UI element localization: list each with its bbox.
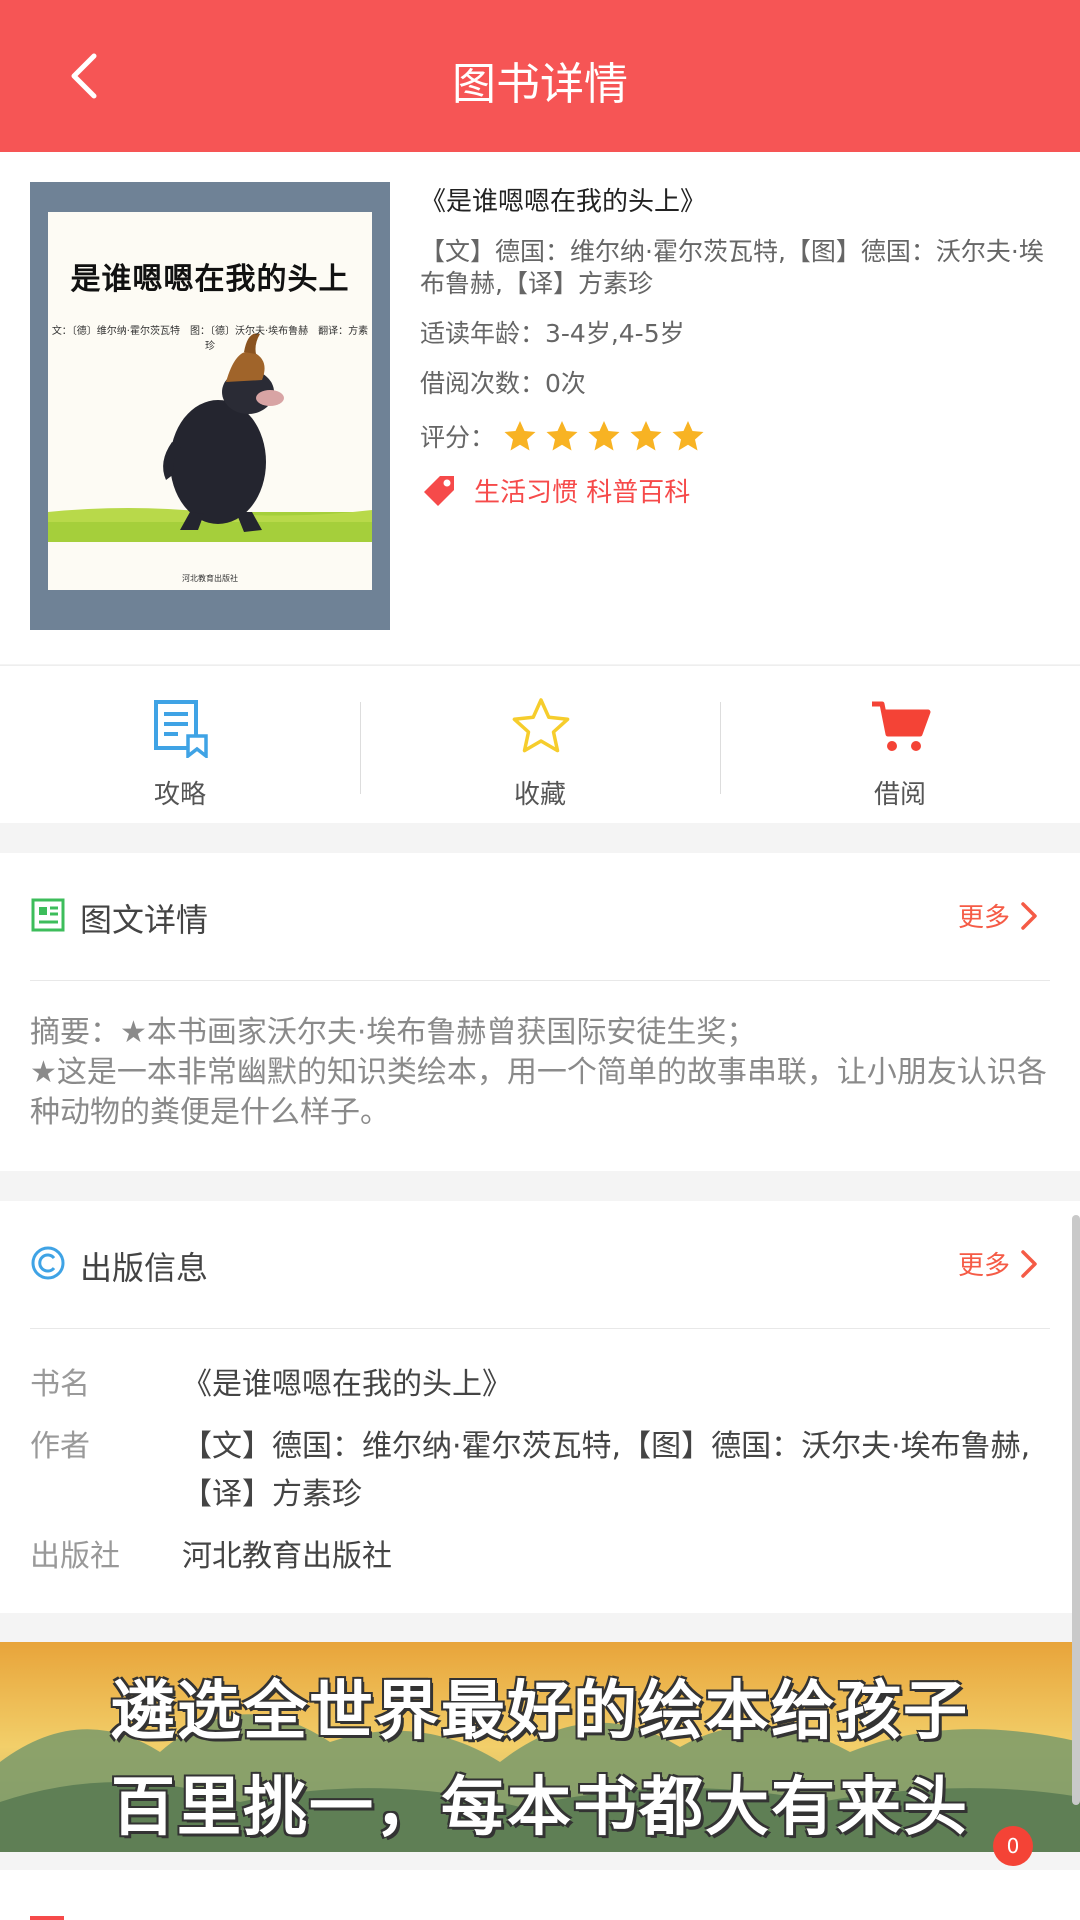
rating-label: 评分： <box>420 423 496 452</box>
scrollbar[interactable] <box>1072 1215 1080 1805</box>
publish-key: 作者 <box>30 1429 90 1464</box>
guide-button[interactable]: 攻略 <box>0 666 360 824</box>
chevron-right-icon <box>1021 901 1037 930</box>
publish-more-button[interactable]: 更多 <box>958 1245 1038 1282</box>
star-icon <box>588 421 620 451</box>
page-title: 图书详情 <box>452 59 628 110</box>
book-author: 【文】德国：维尔纳·霍尔茨瓦特,【图】德国：沃尔夫·埃布鲁赫,【译】方素珍 <box>420 237 1044 298</box>
book-summary: 摘要：★本书画家沃尔夫·埃布鲁赫曾获国际安徒生奖； ★这是一本非常幽默的知识类绘本… <box>30 1013 1050 1133</box>
rating-stars <box>503 419 713 453</box>
detail-panel-title: 图文详情 <box>80 901 209 939</box>
publish-panel: 出版信息 更多 书名 《是谁嗯嗯在我的头上》 作者 【文】德国：维尔纳·霍尔茨瓦… <box>0 1201 1080 1613</box>
publish-row-publisher: 出版社 河北教育出版社 <box>30 1533 1050 1581</box>
favorite-button[interactable]: 收藏 <box>360 666 720 824</box>
star-icon <box>672 421 704 451</box>
top-bar: 图书详情 <box>0 0 1080 152</box>
publish-key: 书名 <box>30 1367 90 1402</box>
book-summary-card: 是谁嗯嗯在我的头上 文：〔德〕维尔纳·霍尔茨瓦特 图：〔德〕沃尔夫·埃布鲁赫 翻… <box>0 152 1080 664</box>
book-tags[interactable]: 生活习惯 科普百科 <box>474 472 690 509</box>
publish-value: 《是谁嗯嗯在我的头上》 <box>182 1367 512 1402</box>
promo-banner[interactable]: 遴选全世界最好的绘本给孩子 百里挑一，每本书都大有来头 <box>0 1642 1080 1852</box>
book-info: 《是谁嗯嗯在我的头上》 【文】德国：维尔纳·霍尔茨瓦特,【图】德国：沃尔夫·埃布… <box>420 182 1060 510</box>
cart-icon <box>872 701 931 751</box>
rating-row: 评分： <box>420 418 1060 454</box>
publish-panel-header: 出版信息 更多 <box>30 1201 1050 1329</box>
copyright-icon <box>31 1246 65 1280</box>
book-age: 适读年龄：3-4岁,4-5岁 <box>420 319 685 348</box>
detail-more-button[interactable]: 更多 <box>958 897 1038 934</box>
more-label: 更多 <box>957 903 1010 933</box>
borrow-label: 借阅 <box>873 780 926 810</box>
section-marker <box>30 1916 64 1920</box>
publish-value: 河北教育出版社 <box>182 1539 392 1574</box>
publish-value: 【文】德国：维尔纳·霍尔茨瓦特,【图】德国：沃尔夫·埃布鲁赫,【译】方素珍 <box>182 1429 1031 1512</box>
summary-line: ★这是一本非常幽默的知识类绘本，用一个简单的故事串联，让小朋友认识各种动物的粪便… <box>30 1055 1047 1130</box>
cover-publisher-mark: 河北教育出版社 <box>182 574 238 583</box>
publish-info-list: 书名 《是谁嗯嗯在我的头上》 作者 【文】德国：维尔纳·霍尔茨瓦特,【图】德国：… <box>30 1361 1050 1595</box>
notification-badge[interactable]: 0 <box>993 1826 1033 1866</box>
star-outline-icon <box>512 698 570 753</box>
publish-panel-title: 出版信息 <box>80 1249 209 1287</box>
star-icon <box>504 421 536 451</box>
cover-credits: 文：〔德〕维尔纳·霍尔茨瓦特 图：〔德〕沃尔夫·埃布鲁赫 翻译：方素珍 <box>51 326 369 352</box>
article-icon <box>154 700 208 758</box>
star-icon <box>546 421 578 451</box>
star-icon <box>630 421 662 451</box>
tag-row: 生活习惯 科普百科 <box>420 470 1060 510</box>
chevron-right-icon <box>1021 1249 1037 1278</box>
action-bar: 攻略 收藏 借阅 <box>0 665 1080 823</box>
next-section-preview <box>0 1870 1080 1920</box>
book-cover-illustration: 是谁嗯嗯在我的头上 文：〔德〕维尔纳·霍尔茨瓦特 图：〔德〕沃尔夫·埃布鲁赫 翻… <box>48 212 372 590</box>
favorite-label: 收藏 <box>513 780 566 810</box>
detail-panel-header: 图文详情 更多 <box>30 853 1050 981</box>
book-cover[interactable]: 是谁嗯嗯在我的头上 文：〔德〕维尔纳·霍尔茨瓦特 图：〔德〕沃尔夫·埃布鲁赫 翻… <box>30 182 390 630</box>
price-tag-icon <box>424 476 454 506</box>
picture-text-icon <box>31 898 65 932</box>
guide-label: 攻略 <box>153 780 206 810</box>
detail-panel: 图文详情 更多 摘要：★本书画家沃尔夫·埃布鲁赫曾获国际安徒生奖； ★这是一本非常… <box>0 853 1080 1171</box>
banner-subline: 百里挑一，每本书都大有来头 <box>111 1771 969 1845</box>
borrow-button[interactable]: 借阅 <box>720 666 1080 824</box>
publish-row-author: 作者 【文】德国：维尔纳·霍尔茨瓦特,【图】德国：沃尔夫·埃布鲁赫,【译】方素珍 <box>30 1423 1050 1519</box>
publish-row-title: 书名 《是谁嗯嗯在我的头上》 <box>30 1361 1050 1409</box>
more-label: 更多 <box>957 1251 1010 1281</box>
publish-key: 出版社 <box>30 1539 120 1574</box>
cover-title: 是谁嗯嗯在我的头上 <box>70 262 350 297</box>
book-name: 《是谁嗯嗯在我的头上》 <box>420 187 707 217</box>
banner-headline: 遴选全世界最好的绘本给孩子 <box>111 1675 969 1749</box>
summary-line: 摘要：★本书画家沃尔夫·埃布鲁赫曾获国际安徒生奖； <box>30 1015 757 1050</box>
book-borrow-count: 借阅次数：0次 <box>420 369 586 398</box>
